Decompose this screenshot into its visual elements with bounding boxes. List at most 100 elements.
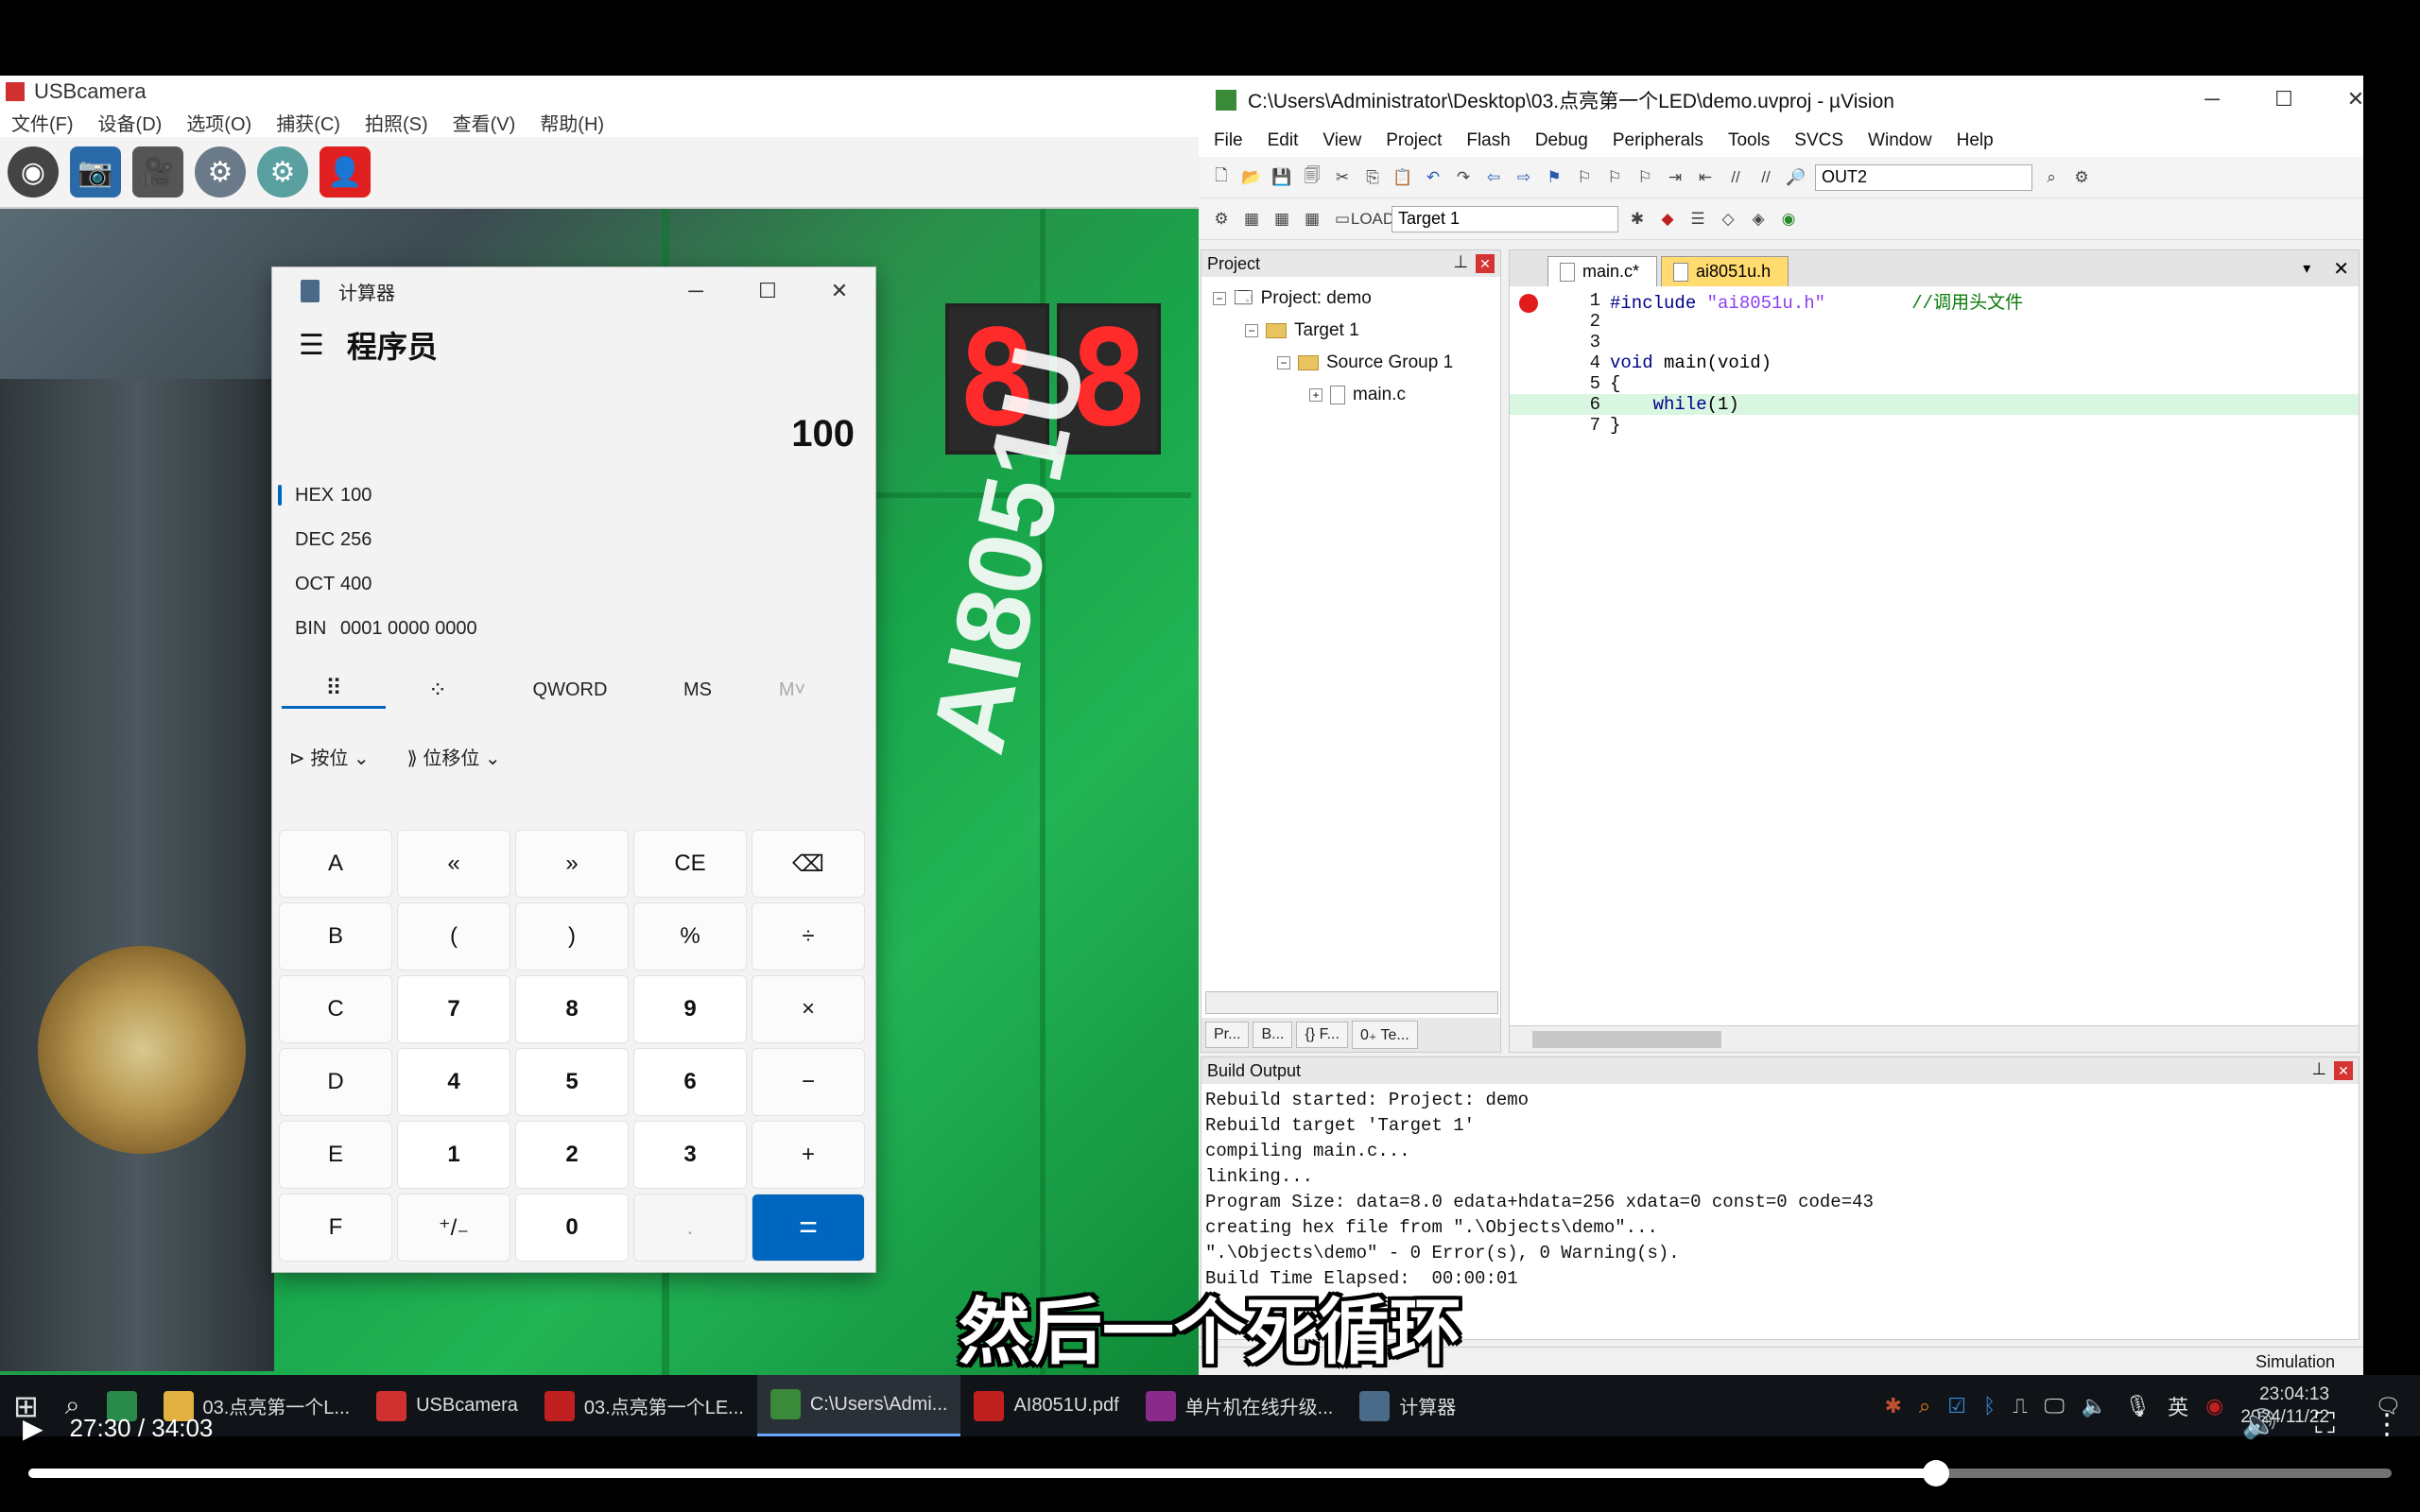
- clear-bookmarks-icon[interactable]: ⚐: [1634, 166, 1656, 189]
- calc-key-op[interactable]: %: [633, 902, 747, 971]
- calc-key-a[interactable]: A: [279, 830, 392, 898]
- usbcam-menu-item[interactable]: 文件(F): [11, 109, 74, 136]
- calc-key-op[interactable]: ÷: [752, 902, 865, 971]
- project-pane-tab[interactable]: B...: [1253, 1022, 1293, 1048]
- code-line[interactable]: 2: [1510, 311, 2359, 332]
- calc-key-op[interactable]: +: [752, 1121, 865, 1189]
- usbcam-menu-item[interactable]: 捕获(C): [276, 109, 340, 136]
- select-software-icon[interactable]: ◈: [1747, 208, 1770, 231]
- open-file-icon[interactable]: 📂: [1240, 166, 1263, 189]
- calc-key-op[interactable]: ): [515, 902, 629, 971]
- calc-key-5[interactable]: 5: [515, 1048, 629, 1116]
- usbcamera-titlebar[interactable]: USBcamera: [0, 76, 1199, 107]
- hamburger-menu-icon[interactable]: ☰: [299, 329, 324, 362]
- calc-key-op[interactable]: ⁺/₋: [397, 1194, 510, 1262]
- code-line[interactable]: 7}: [1510, 415, 2359, 436]
- uvision-menu-view[interactable]: View: [1322, 130, 1361, 151]
- uncomment-icon[interactable]: //: [1754, 166, 1777, 189]
- uvision-menu-peripherals[interactable]: Peripherals: [1613, 130, 1703, 151]
- more-options-icon[interactable]: ⋮: [2373, 1408, 2401, 1441]
- cut-icon[interactable]: ✂: [1331, 166, 1354, 189]
- minimize-button[interactable]: ─: [660, 267, 732, 315]
- bitwise-dropdown[interactable]: ⊳ 按位 ⌄: [289, 743, 370, 770]
- code-line[interactable]: 5{: [1510, 373, 2359, 394]
- radix-row-hex[interactable]: HEX 100: [272, 473, 875, 518]
- calc-key-0[interactable]: 0: [515, 1194, 629, 1262]
- find-icon[interactable]: ⌕: [2040, 166, 2063, 189]
- memory-store-button[interactable]: MS: [650, 679, 745, 701]
- target-combo[interactable]: Target 1: [1392, 205, 1618, 232]
- save-all-icon[interactable]: 🗐: [1301, 166, 1323, 189]
- forward-icon[interactable]: ⇨: [1512, 166, 1535, 189]
- uvision-menu-help[interactable]: Help: [1957, 130, 1994, 151]
- uvision-titlebar[interactable]: C:\Users\Administrator\Desktop\03.点亮第一个L…: [1199, 76, 2364, 125]
- bit-toggle-keypad-icon[interactable]: ⁘: [386, 677, 490, 704]
- build-output-close-icon[interactable]: ✕: [2334, 1061, 2353, 1080]
- indent-icon[interactable]: ⇥: [1664, 166, 1686, 189]
- full-keypad-icon[interactable]: ⠿: [282, 671, 386, 709]
- code-area[interactable]: 1 #include "ai8051u.h" //调用头文件 2 3 4 void mai…: [1510, 290, 2359, 1014]
- batch-build-icon[interactable]: ▦: [1301, 208, 1323, 231]
- tab-main-c[interactable]: main.c*: [1547, 256, 1658, 286]
- tab-ai8051u-h[interactable]: ai8051u.h: [1661, 256, 1789, 286]
- usbcam-menu-item[interactable]: 拍照(S): [365, 109, 428, 136]
- usbcam-menu-item[interactable]: 选项(O): [186, 109, 251, 136]
- prev-bookmark-icon[interactable]: ⚐: [1573, 166, 1596, 189]
- camera-lens-icon[interactable]: ◉: [8, 146, 59, 198]
- uvision-menu-debug[interactable]: Debug: [1535, 130, 1588, 151]
- close-button[interactable]: ✕: [804, 267, 875, 315]
- progress-knob[interactable]: [1922, 1460, 1949, 1486]
- radix-row-dec[interactable]: DEC 256: [272, 518, 875, 562]
- run-time-env-icon[interactable]: ◉: [1777, 208, 1800, 231]
- calc-key-7[interactable]: 7: [397, 975, 510, 1043]
- calc-key-c[interactable]: C: [279, 975, 392, 1043]
- project-pane-tab[interactable]: Pr...: [1205, 1022, 1250, 1048]
- radix-row-oct[interactable]: OCT 400: [272, 562, 875, 607]
- uvision-menu-svcs[interactable]: SVCS: [1794, 130, 1843, 151]
- uvision-menu-tools[interactable]: Tools: [1728, 130, 1770, 151]
- translate-icon[interactable]: ⚙: [1210, 208, 1233, 231]
- code-line[interactable]: 6 while(1): [1510, 394, 2359, 415]
- calc-key-op[interactable]: «: [397, 830, 510, 898]
- tree-file-node[interactable]: + main.c: [1201, 379, 1500, 411]
- pin-icon[interactable]: ⊥: [1453, 252, 1468, 272]
- usbcam-menu-item[interactable]: 设备(D): [98, 109, 163, 136]
- calc-key-op[interactable]: ⌫: [752, 830, 865, 898]
- video-progress-bar[interactable]: [28, 1460, 2392, 1486]
- file-extensions-icon[interactable]: ☰: [1686, 208, 1709, 231]
- copy-icon[interactable]: ⎘: [1361, 166, 1384, 189]
- pin-icon[interactable]: ⊥: [2311, 1059, 2326, 1079]
- video-record-icon[interactable]: 🎥: [132, 146, 183, 198]
- calc-key-2[interactable]: 2: [515, 1121, 629, 1189]
- editor-hscroll[interactable]: [1510, 1025, 2359, 1052]
- calc-key-op[interactable]: −: [752, 1048, 865, 1116]
- uv-maximize-button[interactable]: ☐: [2248, 76, 2320, 123]
- code-line[interactable]: 4 void main(void): [1510, 352, 2359, 373]
- calc-key-3[interactable]: 3: [633, 1121, 747, 1189]
- back-icon[interactable]: ⇦: [1482, 166, 1505, 189]
- calc-key-op[interactable]: CE: [633, 830, 747, 898]
- radix-row-bin[interactable]: BIN 0001 0000 0000: [272, 607, 875, 651]
- unindent-icon[interactable]: ⇤: [1694, 166, 1717, 189]
- pack-installer-icon[interactable]: ◇: [1717, 208, 1739, 231]
- memory-recall-button[interactable]: M˅: [745, 679, 839, 701]
- project-hscroll[interactable]: [1205, 991, 1498, 1014]
- tree-target-node[interactable]: − Target 1: [1201, 315, 1500, 347]
- uvision-menu-window[interactable]: Window: [1868, 130, 1932, 151]
- tree-group-node[interactable]: − Source Group 1: [1201, 347, 1500, 379]
- usbcam-menu-item[interactable]: 帮助(H): [540, 109, 604, 136]
- tree-project-node[interactable]: − 🗔 Project: demo: [1201, 283, 1500, 315]
- rebuild-icon[interactable]: ▦: [1270, 208, 1293, 231]
- calc-key-op[interactable]: »: [515, 830, 629, 898]
- uvision-menu-file[interactable]: File: [1214, 130, 1243, 151]
- calc-key-f[interactable]: F: [279, 1194, 392, 1262]
- user-icon[interactable]: 👤: [320, 146, 371, 198]
- project-pane-tab[interactable]: 0₊ Te...: [1351, 1021, 1418, 1049]
- word-size-button[interactable]: QWORD: [490, 679, 650, 701]
- download-icon[interactable]: LOAD: [1351, 208, 1394, 231]
- bookmark-icon[interactable]: ⚑: [1543, 166, 1565, 189]
- play-button-icon[interactable]: ▶: [23, 1413, 43, 1444]
- paste-icon[interactable]: 📋: [1392, 166, 1414, 189]
- next-bookmark-icon[interactable]: ⚐: [1603, 166, 1626, 189]
- debug-settings-icon[interactable]: ⚙: [2070, 166, 2093, 189]
